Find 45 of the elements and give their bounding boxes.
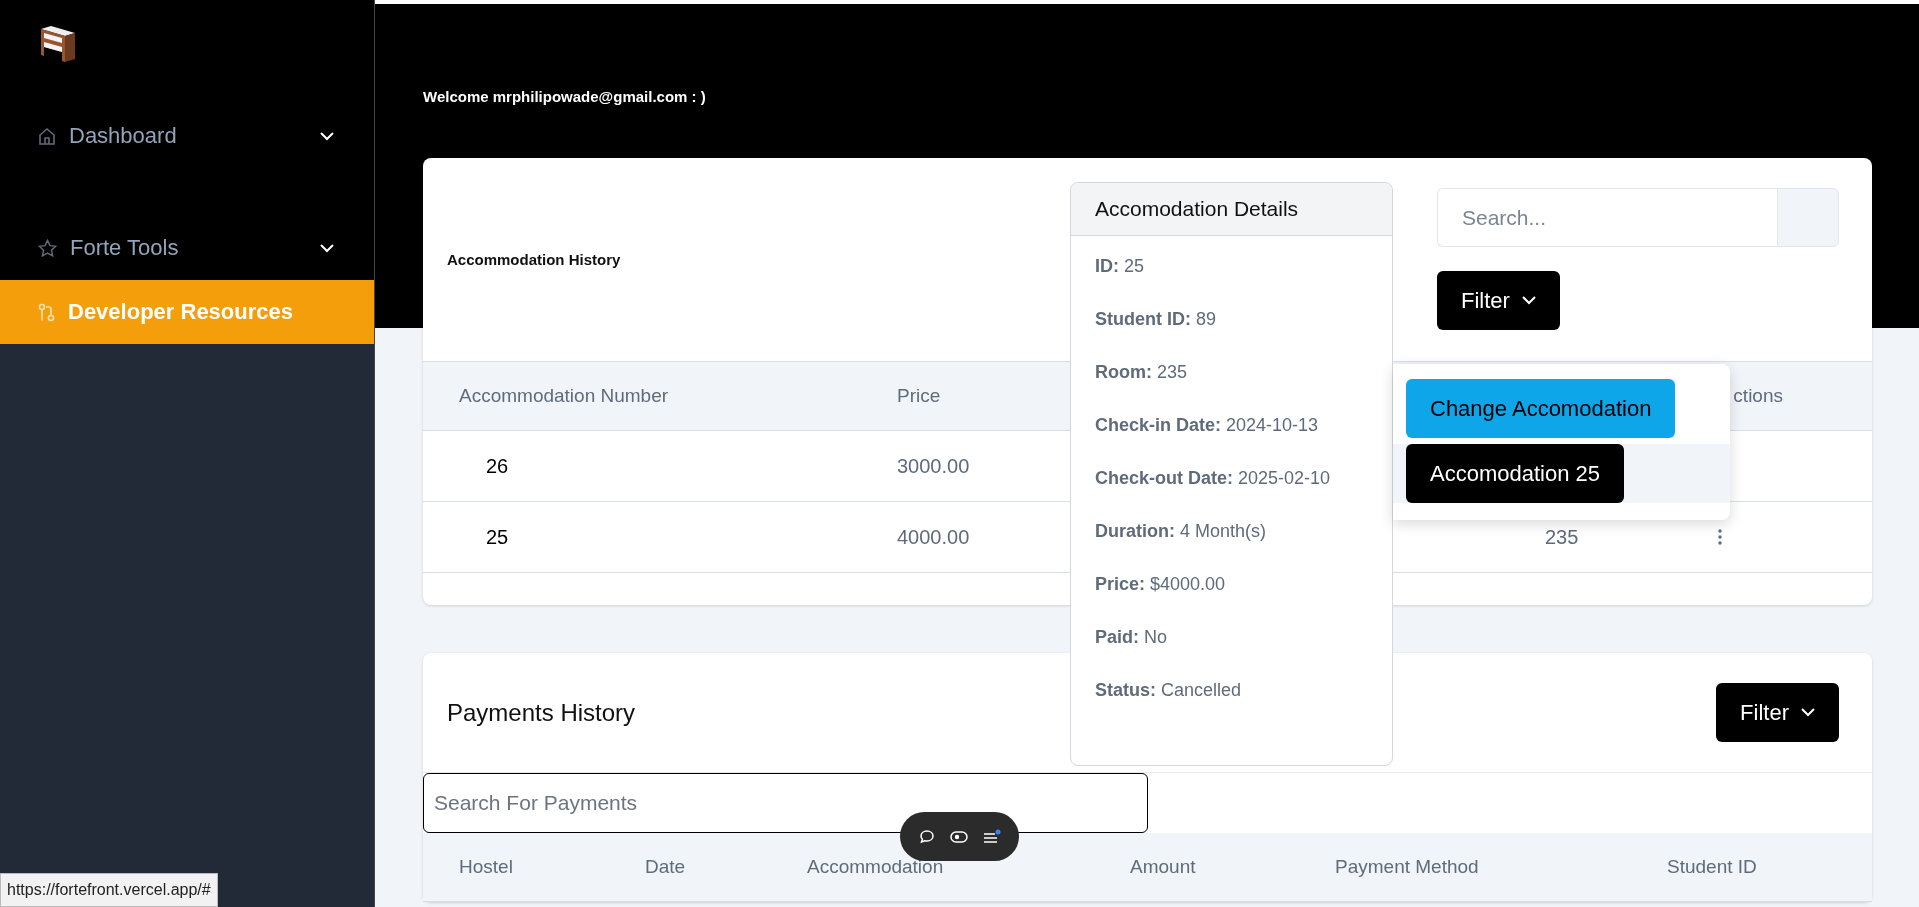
branch-icon — [38, 302, 55, 322]
welcome-text: Welcome mrphilipowade@gmail.com : ) — [423, 88, 707, 107]
detail-field: Paid: No — [1095, 627, 1368, 651]
detail-field: Status: Cancelled — [1095, 680, 1368, 704]
card-title: Accommodation History — [447, 251, 621, 268]
table-cell: 25 — [486, 525, 509, 549]
detail-field: Duration: 4 Month(s) — [1095, 521, 1368, 545]
home-icon — [38, 126, 56, 146]
detail-field: Student ID: 89 — [1095, 309, 1368, 333]
detail-field: Price: $4000.00 — [1095, 574, 1368, 598]
list-icon[interactable] — [982, 828, 1001, 845]
column-header: Accommodation — [807, 856, 944, 878]
column-header: Price — [897, 385, 941, 407]
menu-item[interactable]: Change Accomodation — [1406, 379, 1676, 438]
sidebar-item[interactable]: Dashboard — [0, 104, 374, 168]
column-header: Accommodation Number — [459, 385, 669, 407]
menu-item[interactable]: Accomodation 25 — [1406, 444, 1624, 503]
sidebar-item[interactable]: Forte Tools — [0, 216, 374, 280]
detail-field: Check-in Date: 2024-10-13 — [1095, 415, 1368, 439]
search-field[interactable]: Search For Payments — [423, 773, 1148, 833]
table-cell: 4000.00 — [897, 525, 970, 549]
column-header: Payment Method — [1335, 856, 1479, 878]
column-header: Amount — [1130, 856, 1196, 878]
star-icon — [38, 238, 57, 258]
column-header: Date — [645, 856, 686, 878]
card-title: Payments History — [447, 698, 636, 727]
detail-field: ID: 25 — [1095, 256, 1368, 280]
detail-field: Check-out Date: 2025-02-10 — [1095, 468, 1368, 492]
comment-icon[interactable] — [918, 828, 935, 845]
detail-field: Room: 235 — [1095, 362, 1368, 386]
column-header: ctions — [1733, 385, 1783, 407]
column-header: Student ID — [1667, 856, 1757, 878]
table-cell: 235 — [1545, 525, 1579, 549]
popover-title: Accomodation Details — [1095, 197, 1299, 221]
chevron-down-icon — [1801, 708, 1815, 717]
bunk-bed-logo — [38, 25, 78, 65]
kebab-menu-icon[interactable] — [1718, 529, 1722, 545]
filter-button[interactable]: Filter — [1437, 271, 1560, 330]
table-cell: 3000.00 — [897, 454, 970, 478]
toggle-icon[interactable] — [949, 829, 968, 844]
filter-button[interactable]: Filter — [1716, 683, 1839, 742]
status-url: https://fortefront.vercel.app/# — [0, 873, 218, 907]
column-header: Hostel — [459, 856, 513, 878]
table-cell: 26 — [486, 454, 509, 478]
chevron-down-icon — [1521, 296, 1536, 305]
